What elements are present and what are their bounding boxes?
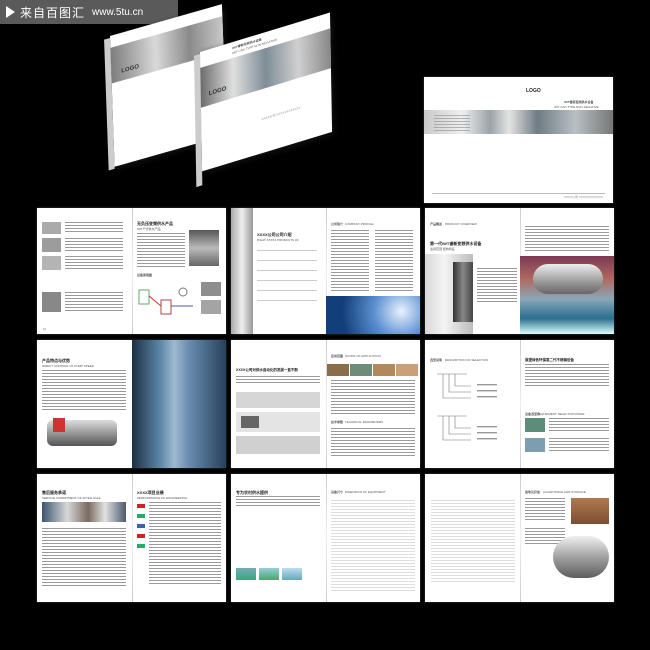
s3-tag-en: PRODUCT OVERVIEW [445, 222, 477, 226]
s2-tag: 公司简介 [331, 222, 344, 226]
flat-footer: XXXX公司 XXXXXXXXXXXX [564, 195, 603, 199]
s5-tag-en: SCOPE OF APPLICATION [345, 354, 381, 358]
flat-logo: LOGO [526, 88, 541, 94]
cover-footer: XXXX公司 XXXXXXXXXXXX [261, 105, 301, 122]
s3-tag: 产品概述 [430, 222, 443, 226]
s3-subtitle: 适用范围 结构特征 [430, 247, 455, 251]
play-icon [6, 6, 15, 18]
watermark-url: www.5tu.cn [92, 6, 144, 18]
s7-subtitle2: PERFORMANCE OF ENGINEERING [137, 496, 188, 500]
handshake-photo [326, 296, 420, 334]
s6-title: 展望绿色环保第二代不锈钢设备 [525, 358, 574, 362]
spread-9: 验收及存放 ACCEPTANCE AND STORAGE [425, 474, 614, 602]
flat-title-cn: IWT睿新变频供水设备 [564, 100, 594, 104]
s1-page-number: 01 [43, 327, 47, 331]
spread-5: XXXX公司对供水自动化的发展一直不断 应用范围 SCOPE OF APPLIC… [231, 340, 420, 468]
s5-title: XXXX公司对供水自动化的发展一直不断 [236, 368, 298, 372]
flat-title-en: IWT CAN TYPE NON-NEGATIVE [554, 105, 599, 109]
s9-tag: 验收及存放 [525, 490, 541, 494]
schematic-diagram [138, 287, 193, 315]
spread-2: XXXX公司公司介绍 WHAT XXXXX PRODUCTS OF 公司简介 C… [231, 208, 420, 334]
watermark-banner: 来自百图汇 www.5tu.cn [0, 0, 178, 24]
s8-tag-en: DIMENSION OF EQUIPMENT [345, 490, 386, 494]
s2-tag-en: COMPANY PROFILE [345, 222, 374, 226]
s9-tag-en: ACCEPTANCE AND STORAGE [543, 490, 586, 494]
s2-subtitle: WHAT XXXXX PRODUCTS OF [257, 238, 300, 242]
s8-tag: 设备尺寸 [331, 490, 344, 494]
s5-tag: 应用范围 [331, 354, 344, 358]
selection-diagram [437, 373, 497, 441]
tank-product-photo [553, 536, 609, 578]
team-photo [42, 502, 126, 522]
dimension-table [331, 498, 415, 592]
spread-4: 产品特点与优势 DIRECT CONTROL OF PUMP SPEED [37, 340, 226, 468]
s1-heading-3: 设备原理图 [137, 273, 153, 277]
building-photo [132, 340, 226, 468]
s1-heading-2: IWT干式供水产品 [137, 227, 161, 231]
spread-7: 售后服务承诺 SERVICE COMMITMENT OF AFTER SALE … [37, 474, 226, 602]
s6-tag2-en: EQUIPMENT SELECTION MODE [539, 412, 585, 416]
s7-subtitle: SERVICE COMMITMENT OF AFTER SALE [42, 496, 101, 500]
s5-tag2: 技术参数 [331, 420, 344, 424]
cover-page-flat: LOGO IWT睿新变频供水设备 IWT CAN TYPE NON-NEGATI… [424, 77, 613, 203]
s6-tag2: 设备选型表 [525, 412, 541, 416]
spread-3: 产品概述 PRODUCT OVERVIEW 第一代IWT睿新变频供水设备 适用范… [425, 208, 614, 334]
watermark-title: 来自百图汇 [20, 5, 86, 20]
spread-6: 选型说明 DESCRIPTION OF SELECTION 展望绿色环保第二代不… [425, 340, 614, 468]
s6-tag: 选型说明 [430, 358, 443, 362]
s4-subtitle: DIRECT CONTROL OF PUMP SPEED [42, 364, 94, 368]
parameter-table [431, 498, 515, 584]
spread-8: 专为农村供水提供 设备尺寸 DIMENSION OF EQUIPMENT [231, 474, 420, 602]
s6-tag-en: DESCRIPTION OF SELECTION [445, 358, 489, 362]
s5-tag2-en: TECHNICAL PARAMETERS [345, 420, 384, 424]
spread-1: 无负压变频供水产品 IWT干式供水产品 设备原理图 01 [37, 208, 226, 334]
